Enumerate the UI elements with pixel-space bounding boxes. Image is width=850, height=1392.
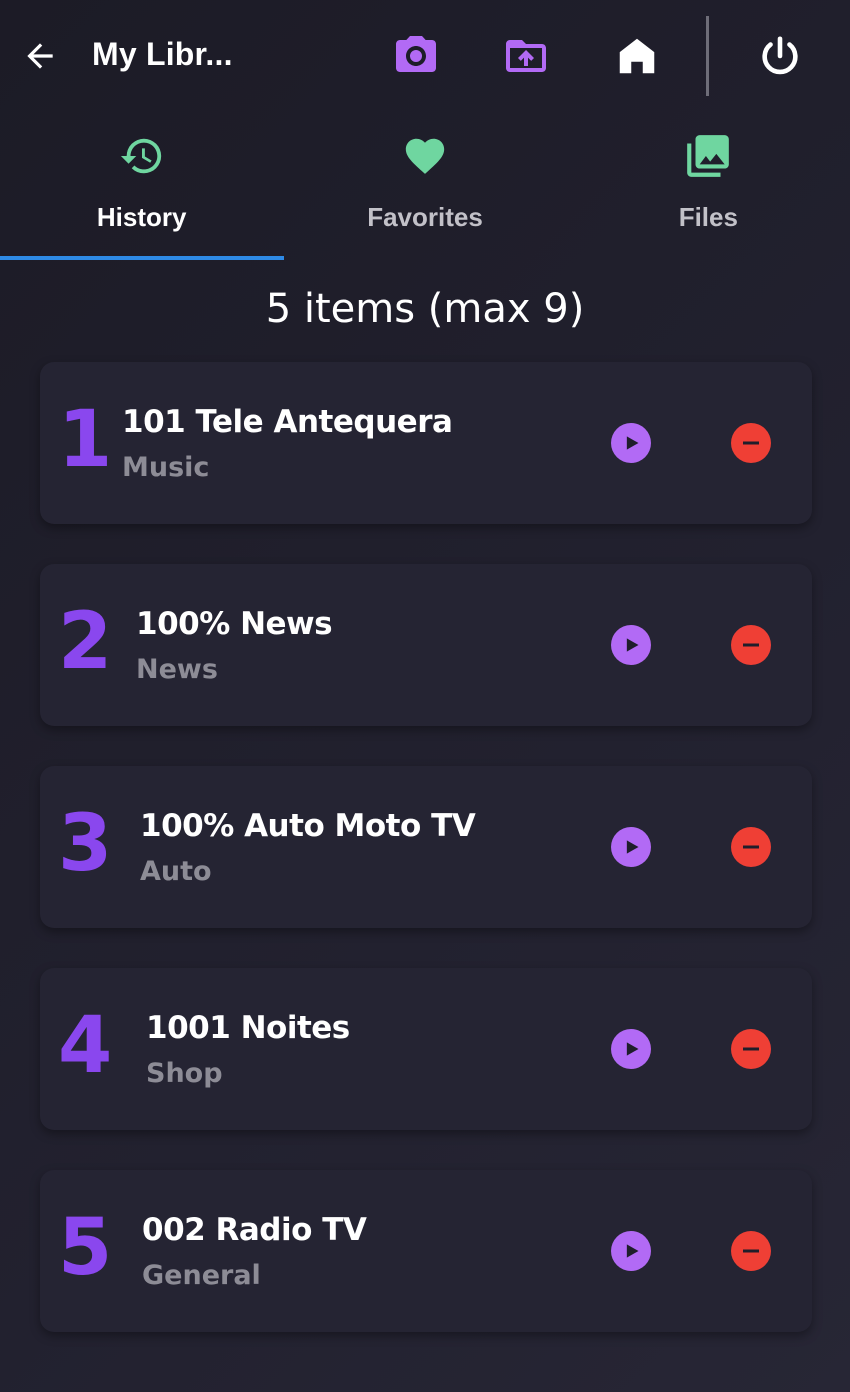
tab-favorites[interactable]: Favorites xyxy=(283,120,566,262)
item-category: Music xyxy=(122,452,210,483)
page-title: My Libr... xyxy=(92,36,233,72)
list-item[interactable]: 2 100% News News xyxy=(40,564,812,726)
minus-icon xyxy=(743,845,759,849)
tab-files-label: Files xyxy=(678,202,738,232)
tab-history-label: History xyxy=(96,202,187,232)
photo-library-icon xyxy=(682,132,734,180)
folder-upload-icon xyxy=(506,40,546,72)
remove-button[interactable] xyxy=(731,827,771,867)
camera-button[interactable] xyxy=(390,30,442,82)
play-button[interactable] xyxy=(611,1029,651,1069)
item-rank: 3 xyxy=(58,799,113,889)
play-icon xyxy=(626,638,639,652)
item-category: Auto xyxy=(140,856,212,887)
tab-favorites-label: Favorites xyxy=(367,202,483,232)
tab-files[interactable]: Files xyxy=(567,120,850,262)
minus-icon xyxy=(743,1249,759,1253)
upload-folder-button[interactable] xyxy=(500,30,552,82)
minus-icon xyxy=(743,1047,759,1051)
tab-history[interactable]: History xyxy=(0,120,283,262)
play-button[interactable] xyxy=(611,625,651,665)
list-item[interactable]: 3 100% Auto Moto TV Auto xyxy=(40,766,812,928)
heart-icon xyxy=(399,132,451,180)
history-list: 1 101 Tele Antequera Music 2 100% News N… xyxy=(40,362,812,1372)
play-icon xyxy=(626,840,639,854)
item-rank: 4 xyxy=(58,1001,113,1091)
back-arrow-icon xyxy=(27,43,53,69)
play-button[interactable] xyxy=(611,1231,651,1271)
play-icon xyxy=(626,1244,639,1258)
remove-button[interactable] xyxy=(731,625,771,665)
item-name: 1001 Noites xyxy=(146,1010,350,1046)
item-category: Shop xyxy=(146,1058,223,1089)
item-category: News xyxy=(136,654,218,685)
item-count: 5 items (max 9) xyxy=(265,286,585,332)
minus-icon xyxy=(743,643,759,647)
history-icon xyxy=(116,132,168,180)
play-icon xyxy=(626,436,639,450)
home-icon xyxy=(619,38,655,74)
top-app-bar: My Libr... xyxy=(0,0,850,112)
list-item[interactable]: 1 101 Tele Antequera Music xyxy=(40,362,812,524)
play-button[interactable] xyxy=(611,423,651,463)
item-name: 101 Tele Antequera xyxy=(122,404,453,440)
header-divider xyxy=(706,16,709,96)
back-button[interactable] xyxy=(14,32,66,80)
item-name: 100% Auto Moto TV xyxy=(140,808,476,844)
app-root: My Libr... History Favorites Files 5 ite… xyxy=(0,0,850,1392)
play-button[interactable] xyxy=(611,827,651,867)
list-item[interactable]: 4 1001 Noites Shop xyxy=(40,968,812,1130)
item-category: General xyxy=(142,1260,261,1291)
play-icon xyxy=(626,1042,639,1056)
active-tab-indicator xyxy=(0,256,284,260)
remove-button[interactable] xyxy=(731,423,771,463)
item-rank: 2 xyxy=(58,597,113,687)
power-icon xyxy=(762,36,798,75)
remove-button[interactable] xyxy=(731,1029,771,1069)
home-button[interactable] xyxy=(611,30,663,82)
item-rank: 5 xyxy=(58,1203,113,1293)
list-item[interactable]: 5 002 Radio TV General xyxy=(40,1170,812,1332)
remove-button[interactable] xyxy=(731,1231,771,1271)
power-button[interactable] xyxy=(754,30,806,82)
camera-icon xyxy=(396,36,436,72)
tab-bar: History Favorites Files xyxy=(0,120,850,262)
item-name: 002 Radio TV xyxy=(142,1212,367,1248)
minus-icon xyxy=(743,441,759,445)
item-name: 100% News xyxy=(136,606,333,642)
